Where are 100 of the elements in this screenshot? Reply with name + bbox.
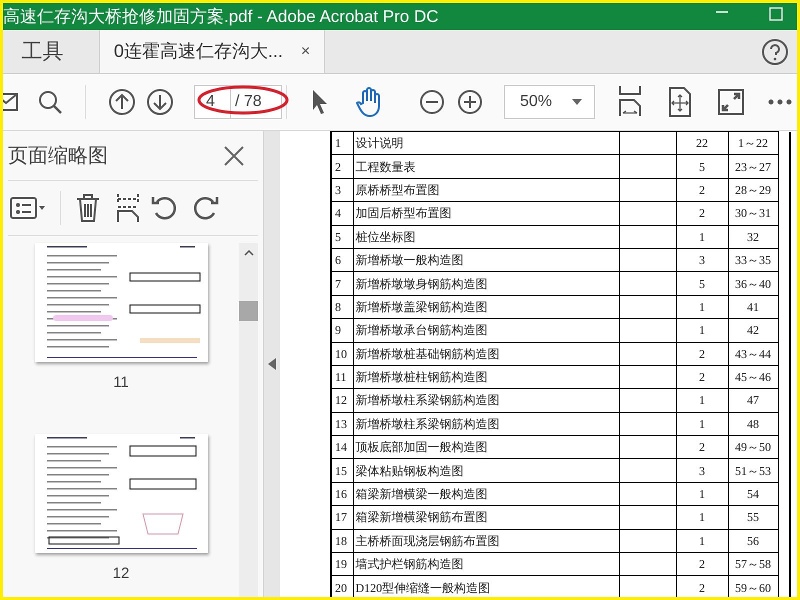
table-cell: 28～29 — [735, 182, 771, 197]
table-cell: 箱梁新增横梁钢筋布置图 — [356, 510, 488, 524]
collapse-left-icon[interactable] — [268, 358, 276, 370]
table-cell: 主桥桥面现浇层钢筋布置图 — [356, 534, 500, 548]
table-cell: 工程数量表 — [356, 160, 416, 174]
table-cell: 42 — [747, 323, 759, 338]
table-cell: 12 — [335, 393, 347, 408]
table-cell: 7 — [335, 276, 341, 291]
table-cell: 桩位坐标图 — [356, 230, 416, 244]
maximize-icon[interactable] — [769, 6, 783, 20]
table-cell: 54 — [747, 487, 759, 502]
table-cell: 55 — [747, 510, 759, 524]
rotate-left-icon[interactable] — [150, 194, 178, 222]
table-cell: 加固后桥型布置图 — [356, 206, 452, 220]
table-cell: 2 — [335, 160, 341, 174]
table-cell: 18 — [335, 534, 347, 548]
table-cell: 1 — [699, 300, 705, 314]
table-cell: 2 — [699, 557, 705, 572]
table-cell: 8 — [335, 300, 341, 314]
zoom-value: 50% — [520, 92, 552, 112]
table-cell: 2 — [699, 370, 705, 384]
pointer-icon[interactable] — [311, 89, 329, 115]
table-cell: 49～50 — [735, 440, 771, 454]
table-cell: 1 — [699, 323, 705, 338]
table-cell: 2 — [699, 440, 705, 454]
table-cell: 33～35 — [735, 253, 771, 268]
zoom-dropdown[interactable]: 50% — [504, 85, 595, 119]
table-cell: 5 — [699, 160, 705, 174]
table-cell: 新增桥墩桩基础钢筋构造图 — [356, 346, 500, 361]
table-cell: 5 — [699, 276, 705, 291]
table-cell: 30～31 — [735, 206, 771, 220]
table-cell: 1 — [699, 534, 705, 548]
trash-icon[interactable] — [75, 193, 101, 223]
table-cell: 19 — [335, 557, 347, 572]
tab[interactable]: 0连霍高速仁存沟大... × — [99, 30, 325, 73]
more-icon[interactable] — [768, 99, 792, 105]
table-cell: 11 — [335, 370, 347, 384]
zoom-out-icon[interactable] — [419, 89, 445, 115]
table-cell: 新增桥墩柱系梁钢筋构造图 — [356, 416, 500, 431]
rotate-right-icon[interactable] — [192, 194, 220, 222]
table-cell: 13 — [335, 416, 347, 431]
table-cell: 17 — [335, 510, 347, 524]
table-cell: 梁体粘贴钢板构造图 — [356, 464, 464, 478]
table-cell: 新增桥墩桩柱钢筋构造图 — [356, 370, 488, 384]
page-move-icon[interactable] — [668, 87, 692, 117]
table-cell: 14 — [335, 440, 347, 454]
table-cell: 新增桥墩盖梁钢筋构造图 — [356, 300, 488, 314]
table-cell: 47 — [747, 393, 759, 408]
table-cell: 新增桥墩一般构造图 — [356, 253, 464, 268]
options-menu-icon[interactable] — [10, 196, 46, 220]
table-cell: 48 — [747, 416, 759, 431]
table-cell: 3 — [699, 253, 705, 268]
table-cell: 原桥桥型布置图 — [356, 182, 440, 197]
table-cell: 41 — [747, 300, 759, 314]
table-cell: 1 — [699, 416, 705, 431]
table-cell: 6 — [335, 253, 341, 268]
table-cell: 45～46 — [735, 370, 771, 384]
hand-icon[interactable] — [355, 87, 383, 117]
table-cell: 顶板底部加固一般构造图 — [356, 440, 488, 454]
table-cell: 10 — [335, 346, 347, 361]
table-cell: 1 — [699, 510, 705, 524]
tab-label: 工具 — [22, 38, 64, 65]
table-cell: 4 — [335, 206, 341, 220]
close-icon[interactable] — [224, 146, 244, 166]
pane-title: 页面缩略图 — [8, 144, 109, 168]
table-cell: 43～44 — [735, 346, 771, 361]
search-icon[interactable] — [37, 89, 63, 115]
caret-icon[interactable] — [572, 99, 582, 105]
table-cell: 36～40 — [735, 276, 771, 291]
table-cell: 22 — [696, 136, 708, 150]
table-cell: 56 — [747, 534, 759, 548]
table-cell: 15 — [335, 464, 347, 478]
close-tab-button[interactable]: × — [300, 40, 310, 64]
table-cell: 墙式护栏钢筋构造图 — [356, 557, 464, 572]
arrow-up-circle-icon[interactable] — [108, 88, 136, 116]
extract-page-icon[interactable] — [116, 193, 140, 223]
table-cell: 57～58 — [735, 557, 771, 572]
arrow-down-circle-icon[interactable] — [146, 88, 174, 116]
table-cell: 新增桥墩柱系梁钢筋构造图 — [356, 393, 500, 408]
tab[interactable]: 工具 — [3, 30, 65, 73]
scroll-up-icon[interactable] — [244, 250, 254, 256]
page-thumbnail-label: 11 — [113, 373, 129, 393]
table-cell: 9 — [335, 323, 341, 338]
fit-width-icon[interactable] — [618, 86, 642, 118]
window-title: 高速仁存沟大桥抢修加固方案.pdf - Adobe Acrobat Pro DC — [3, 6, 440, 28]
table-cell: 59～60 — [735, 580, 771, 595]
table-cell: 1 — [699, 230, 705, 244]
scroll-thumb[interactable] — [239, 301, 258, 321]
tab-label: 0连霍高速仁存沟大... — [114, 40, 283, 63]
full-screen-icon[interactable] — [718, 89, 744, 115]
table-cell: 3 — [699, 464, 705, 478]
table-cell: 16 — [335, 487, 347, 502]
zoom-in-icon[interactable] — [457, 89, 483, 115]
scrollbar[interactable] — [239, 243, 258, 597]
table-cell: 20 — [335, 580, 347, 595]
table-cell: 2 — [699, 182, 705, 197]
table-cell: 23～27 — [735, 160, 771, 174]
table-cell: 2 — [699, 346, 705, 361]
table-cell: 1 — [335, 136, 341, 150]
help-icon[interactable] — [761, 38, 789, 66]
